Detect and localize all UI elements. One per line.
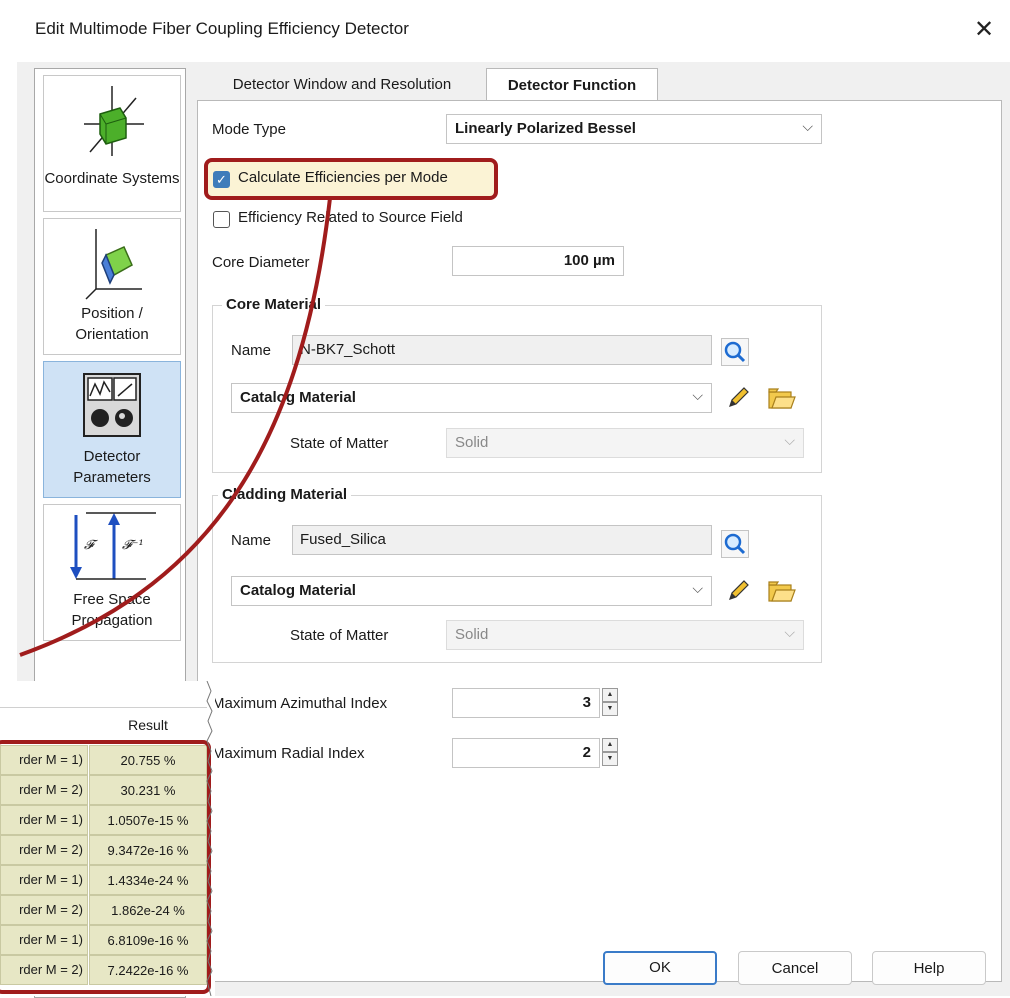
max-radial-value: 2 [582,744,591,761]
cladding-state-value: Solid [455,626,489,643]
cladding-open-button[interactable] [766,577,796,605]
spin-down-icon[interactable]: ▼ [602,752,618,766]
core-edit-button[interactable] [724,384,752,412]
coordinate-systems-icon [84,86,144,156]
results-header: Result [128,717,168,733]
cladding-material-title: Cladding Material [218,486,352,503]
core-catalog-value: Catalog Material [240,389,356,406]
max-azimuthal-stepper[interactable]: ▲ ▼ [602,688,618,718]
nav-label: Position / Orientation [75,305,149,343]
mode-type-value: Linearly Polarized Bessel [455,120,636,137]
core-name-value: N-BK7_Schott [300,341,396,358]
svg-text:𝓕⁻¹: 𝓕⁻¹ [122,538,144,553]
max-radial-label: Maximum Radial Index [212,745,365,762]
folder-icon [768,388,796,409]
window-title: Edit Multimode Fiber Coupling Efficiency… [35,19,409,38]
core-name-field[interactable]: N-BK7_Schott [292,335,712,365]
chevron-down-icon: ⌵ [802,118,813,134]
detector-parameters-icon [83,373,141,437]
nav-item-free-space-propagation[interactable]: 𝓕 𝓕⁻¹ Free Space Propagation [43,504,181,641]
tab-detector-window[interactable]: Detector Window and Resolution [197,68,487,101]
mode-type-label: Mode Type [212,121,286,138]
core-diameter-label: Core Diameter [212,254,310,271]
spin-up-icon[interactable]: ▲ [602,688,618,702]
cladding-catalog-value: Catalog Material [240,582,356,599]
highlight-box [204,158,498,200]
core-open-button[interactable] [766,384,796,412]
help-button[interactable]: Help [872,951,986,985]
mode-type-select[interactable]: Linearly Polarized Bessel ⌵ [446,114,822,144]
core-state-label: State of Matter [290,435,389,452]
core-diameter-value: 100 µm [563,252,615,269]
ok-button[interactable]: OK [603,951,717,985]
cladding-name-field[interactable]: Fused_Silica [292,525,712,555]
related-to-source-label: Efficiency Related to Source Field [238,209,463,226]
pencil-icon [729,387,749,407]
svg-text:𝓕: 𝓕 [84,538,98,553]
max-radial-field[interactable]: 2 [452,738,600,768]
chevron-down-icon: ⌵ [692,580,703,596]
max-azimuthal-field[interactable]: 3 [452,688,600,718]
core-catalog-select[interactable]: Catalog Material ⌵ [231,383,712,413]
chevron-down-icon: ⌵ [692,387,703,403]
cladding-state-label: State of Matter [290,627,389,644]
search-icon [724,341,746,363]
cancel-button[interactable]: Cancel [738,951,852,985]
core-state-value: Solid [455,434,489,451]
results-highlight-box [0,740,211,994]
chevron-down-icon: ⌵ [784,432,795,448]
core-search-button[interactable] [721,338,749,366]
nav-label: Coordinate Systems [44,170,180,187]
cladding-edit-button[interactable] [724,577,752,605]
spin-down-icon[interactable]: ▼ [602,702,618,716]
results-inset: Result rder M = 1) 20.755 % rder M = 2) … [0,681,215,996]
tab-detector-function[interactable]: Detector Function [486,68,658,102]
core-material-title: Core Material [222,296,326,313]
close-icon[interactable]: ✕ [968,14,1000,46]
cladding-state-select: Solid ⌵ [446,620,804,650]
related-to-source-checkbox[interactable] [213,211,230,228]
core-name-label: Name [231,342,272,359]
search-icon [724,533,746,555]
max-azimuthal-value: 3 [582,694,591,711]
fourier-transform-icon: 𝓕 𝓕⁻¹ [70,512,156,580]
folder-icon [768,581,796,602]
torn-edge [206,681,213,996]
cladding-search-button[interactable] [721,530,749,558]
chevron-down-icon: ⌵ [784,624,795,640]
cladding-catalog-select[interactable]: Catalog Material ⌵ [231,576,712,606]
nav-item-position-orientation[interactable]: Position / Orientation [43,218,181,355]
cladding-name-value: Fused_Silica [300,531,386,548]
core-state-select: Solid ⌵ [446,428,804,458]
nav-item-coordinate-systems[interactable]: Coordinate Systems [43,75,181,212]
position-orientation-icon [85,229,142,300]
core-diameter-field[interactable]: 100 µm [452,246,624,276]
nav-label: Free Space Propagation [71,591,153,629]
nav-label: Detector Parameters [73,448,151,486]
results-toolbar [0,681,207,708]
max-radial-stepper[interactable]: ▲ ▼ [602,738,618,768]
title-bar: Edit Multimode Fiber Coupling Efficiency… [17,0,1010,62]
max-azimuthal-label: Maximum Azimuthal Index [212,695,388,712]
pencil-icon [729,580,749,600]
cladding-name-label: Name [231,532,272,549]
nav-item-detector-parameters[interactable]: Detector Parameters [43,361,181,498]
spin-up-icon[interactable]: ▲ [602,738,618,752]
